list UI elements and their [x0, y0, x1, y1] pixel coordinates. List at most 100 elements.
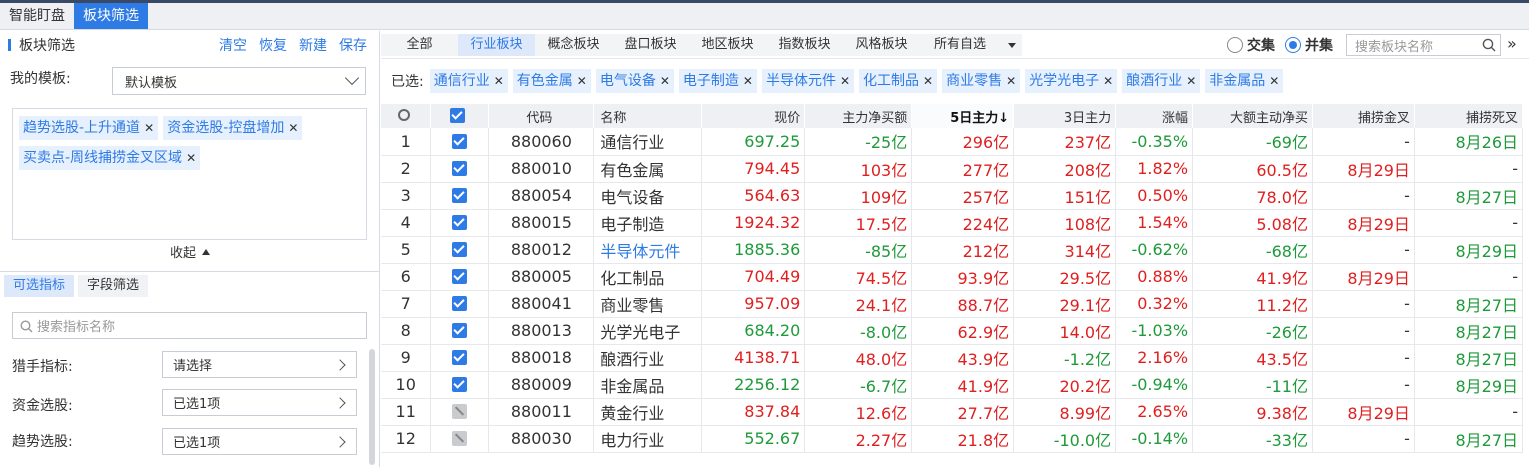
scrollbar[interactable]	[369, 349, 375, 465]
tab-all-watchlist[interactable]: 所有自选	[920, 33, 1022, 56]
table-row[interactable]: 1 880060 通信行业 697.25 -25亿 296亿 237亿 -0.35% -69亿 -…	[381, 128, 1524, 156]
row-checkbox[interactable]	[452, 404, 468, 419]
radio-intersect[interactable]	[1227, 37, 1243, 53]
clear-button[interactable]: 清空	[219, 35, 247, 55]
save-button[interactable]: 保存	[339, 35, 367, 55]
template-select[interactable]: 默认模板	[112, 67, 366, 95]
tab-region[interactable]: 地区板块	[689, 33, 766, 56]
col-5day-main[interactable]: 5日主力↓	[911, 104, 1015, 128]
row-checkbox[interactable]	[452, 296, 468, 311]
row-checkbox[interactable]	[452, 188, 468, 203]
search-icon[interactable]	[1482, 38, 1496, 52]
radio-label: 并集	[1305, 38, 1333, 54]
restore-button[interactable]: 恢复	[259, 35, 287, 55]
indicator-search-input[interactable]: 搜索指标名称	[12, 312, 367, 339]
col-price[interactable]: 现价	[701, 104, 806, 128]
code-cell: 880005	[488, 263, 595, 291]
row-checkbox[interactable]	[452, 431, 468, 446]
close-icon[interactable]: ✕	[494, 74, 504, 88]
close-icon[interactable]: ✕	[288, 121, 298, 135]
close-icon[interactable]: ✕	[186, 151, 196, 165]
close-icon[interactable]: ✕	[1269, 74, 1279, 88]
row-checkbox[interactable]	[452, 269, 468, 284]
close-icon[interactable]: ✕	[923, 74, 933, 88]
col-name[interactable]: 名称	[593, 104, 703, 128]
close-icon[interactable]: ✕	[1006, 74, 1016, 88]
name-cell[interactable]: 酿酒行业	[593, 344, 703, 372]
row-checkbox[interactable]	[452, 161, 468, 176]
close-icon[interactable]: ✕	[743, 74, 753, 88]
tab-index[interactable]: 指数板块	[766, 33, 843, 56]
tab-field-filter[interactable]: 字段筛选	[78, 275, 149, 297]
name-cell[interactable]: 电气设备	[593, 182, 703, 210]
settings-icon[interactable]	[397, 108, 410, 121]
large-net-buy-cell: 5.08亿	[1192, 209, 1313, 237]
row-checkbox[interactable]	[452, 242, 468, 257]
tab-smart-watch[interactable]: 智能盯盘	[0, 3, 74, 29]
collapse-button[interactable]: 收起	[0, 242, 380, 261]
tab-industry[interactable]: 行业板块	[458, 33, 535, 56]
table-row[interactable]: 9 880018 酿酒行业 4138.71 48.0亿 43.9亿 -1.2亿 2.16% 43…	[381, 344, 1524, 372]
name-cell[interactable]: 非金属品	[593, 371, 703, 399]
name-cell[interactable]: 有色金属	[593, 155, 703, 183]
close-icon[interactable]: ✕	[660, 74, 670, 88]
name-cell[interactable]: 通信行业	[593, 128, 703, 156]
code-cell: 880012	[488, 236, 595, 264]
table-row[interactable]: 3 880054 电气设备 564.63 109亿 257亿 151亿 0.50% 78.0亿 -…	[381, 182, 1524, 210]
col-golden-cross[interactable]: 捕捞金叉	[1312, 104, 1415, 128]
name-cell[interactable]: 商业零售	[593, 290, 703, 318]
tab-all[interactable]: 全部	[381, 33, 458, 56]
tab-style[interactable]: 风格板块	[843, 33, 920, 56]
name-cell[interactable]: 光学光电子	[593, 317, 703, 345]
chevron-right-icon	[334, 397, 346, 409]
close-icon[interactable]: ✕	[577, 74, 587, 88]
col-code[interactable]: 代码	[488, 104, 595, 128]
row-checkbox[interactable]	[452, 215, 468, 230]
table-row[interactable]: 12 880030 电力行业 552.67 2.27亿 21.8亿 -10.0亿 -0.14%…	[381, 425, 1524, 453]
trend-select[interactable]: 已选1项	[162, 428, 357, 455]
3day-main-cell: 208亿	[1013, 155, 1117, 183]
expand-icon[interactable]: »	[1507, 34, 1517, 53]
close-icon[interactable]: ✕	[840, 74, 850, 88]
close-icon[interactable]: ✕	[1186, 74, 1196, 88]
tab-available-indicators[interactable]: 可选指标	[4, 275, 75, 297]
radio-union[interactable]	[1285, 37, 1301, 53]
hunter-indicator-select[interactable]: 请选择	[162, 351, 357, 378]
search-icon	[20, 320, 33, 333]
name-cell[interactable]: 黄金行业	[593, 398, 703, 426]
tab-sector-filter[interactable]: 板块筛选	[74, 3, 148, 29]
large-net-buy-cell: 60.5亿	[1192, 155, 1313, 183]
close-icon[interactable]: ✕	[1103, 74, 1113, 88]
tab-concept[interactable]: 概念板块	[535, 33, 612, 56]
table-row[interactable]: 10 880009 非金属品 2256.12 -6.7亿 41.9亿 20.2亿 -0.94%…	[381, 371, 1524, 399]
select-all-header[interactable]	[430, 104, 490, 128]
tab-market[interactable]: 盘口板块	[612, 33, 689, 56]
select-all-checkbox[interactable]	[450, 107, 466, 123]
name-cell[interactable]: 化工制品	[593, 263, 703, 291]
row-checkbox-cell	[430, 128, 490, 156]
row-checkbox[interactable]	[452, 377, 468, 392]
sector-search-input[interactable]: 搜索板块名称	[1346, 34, 1501, 56]
table-row[interactable]: 6 880005 化工制品 704.49 74.5亿 93.9亿 29.5亿 0.88% 41.…	[381, 263, 1524, 291]
table-row[interactable]: 4 880015 电子制造 1924.32 17.5亿 224亿 108亿 1.54% 5.08…	[381, 209, 1524, 237]
col-3day-main[interactable]: 3日主力	[1013, 104, 1117, 128]
column-settings-header[interactable]	[381, 104, 432, 128]
col-large-active-net-buy[interactable]: 大额主动净买	[1192, 104, 1313, 128]
table-row[interactable]: 5 880012 半导体元件 1885.36 -85亿 212亿 314亿 -0.62% -68…	[381, 236, 1524, 264]
table-row[interactable]: 8 880013 光学光电子 684.20 -8.0亿 62.9亿 14.0亿 -1.03% -…	[381, 317, 1524, 345]
col-main-net-buy[interactable]: 主力净买额	[804, 104, 913, 128]
row-checkbox[interactable]	[452, 133, 468, 149]
fund-select[interactable]: 已选1项	[162, 389, 357, 416]
table-row[interactable]: 11 880011 黄金行业 837.84 12.6亿 27.7亿 8.99亿 2.65% 9.…	[381, 398, 1524, 426]
name-cell[interactable]: 半导体元件	[593, 236, 703, 264]
col-change[interactable]: 涨幅	[1115, 104, 1194, 128]
table-row[interactable]: 2 880010 有色金属 794.45 103亿 277亿 208亿 1.82% 60.5亿 8…	[381, 155, 1524, 183]
name-cell[interactable]: 电力行业	[593, 425, 703, 453]
table-row[interactable]: 7 880041 商业零售 957.09 24.1亿 88.7亿 29.1亿 0.32% 11.…	[381, 290, 1524, 318]
row-checkbox[interactable]	[452, 323, 468, 338]
new-button[interactable]: 新建	[299, 35, 327, 55]
close-icon[interactable]: ✕	[144, 121, 154, 135]
col-death-cross[interactable]: 捕捞死叉	[1414, 104, 1524, 128]
row-checkbox[interactable]	[452, 350, 468, 365]
name-cell[interactable]: 电子制造	[593, 209, 703, 237]
